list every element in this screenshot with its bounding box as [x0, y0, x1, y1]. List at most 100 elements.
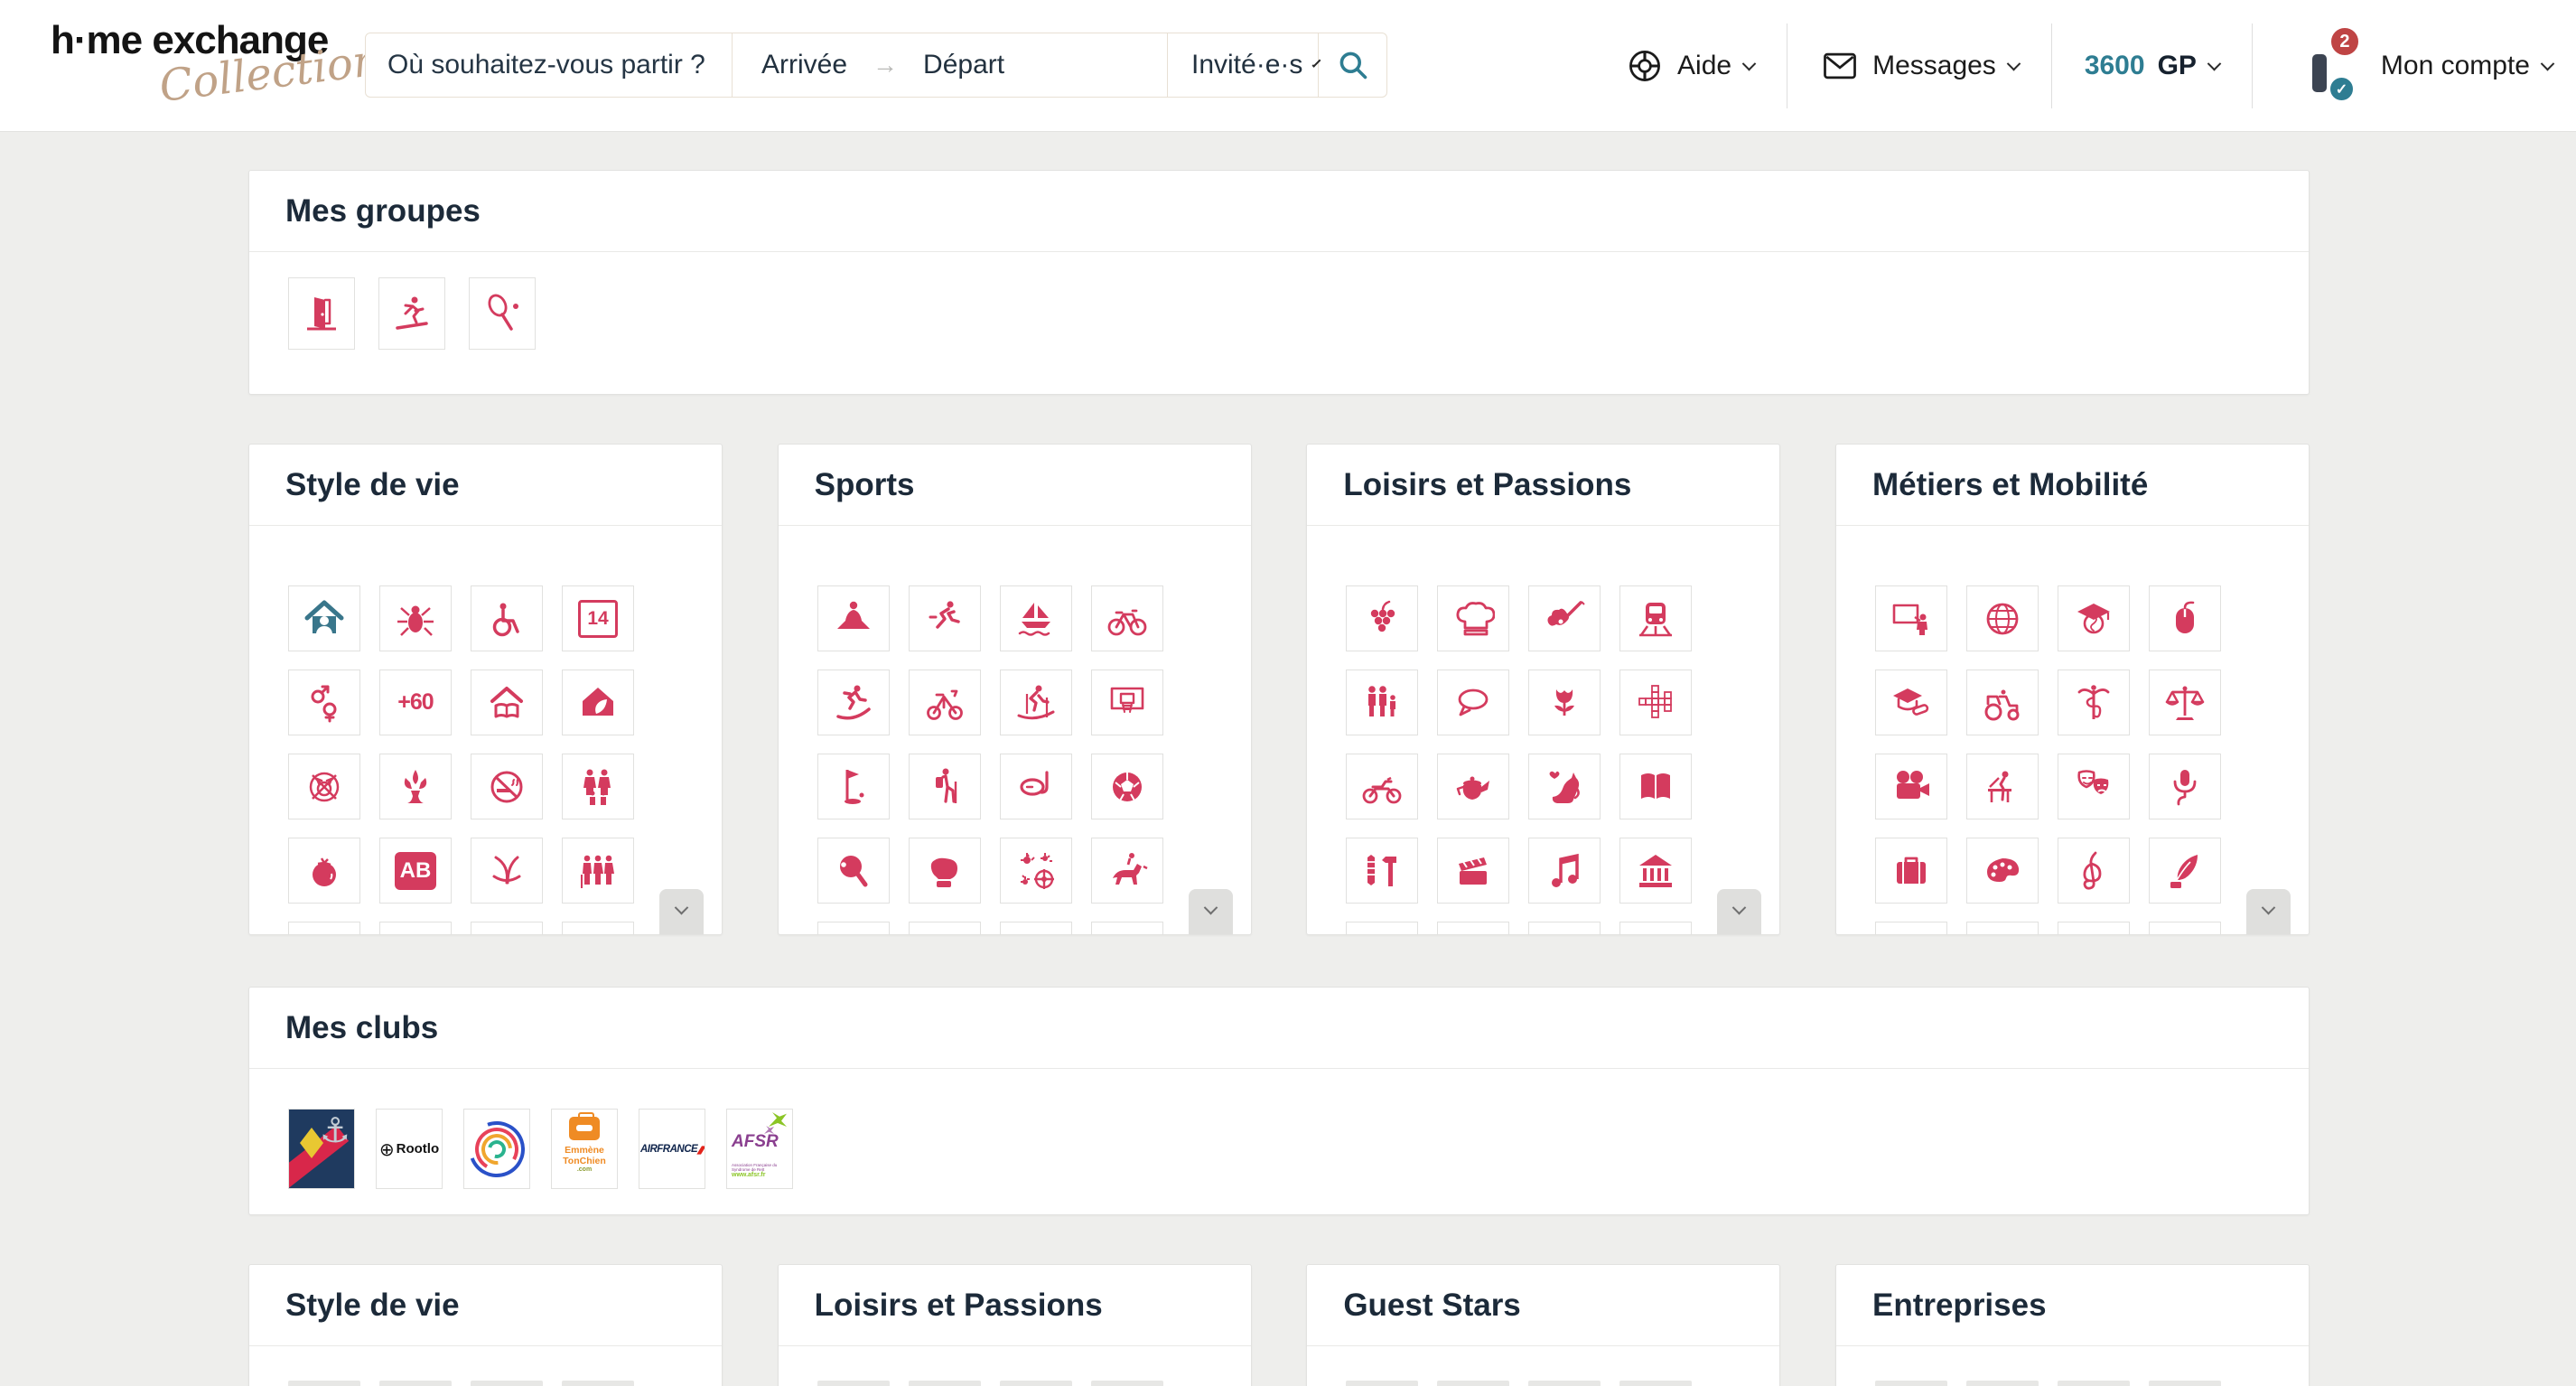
partial-tile-tile[interactable]: [1966, 922, 2039, 935]
search-button[interactable]: [1318, 33, 1387, 98]
cooking-chef-hat-tile[interactable]: [1437, 585, 1509, 651]
calendar-14-tile[interactable]: 14: [562, 585, 634, 651]
family-seniors-tile[interactable]: [562, 838, 634, 904]
desk-work-tile[interactable]: [1966, 754, 2039, 819]
family-children-tile[interactable]: [562, 754, 634, 819]
partial-tile-tile[interactable]: [1091, 922, 1163, 935]
design-chair-tile[interactable]: [471, 838, 543, 904]
account-menu[interactable]: 2 ✓ Mon compte: [2285, 33, 2553, 99]
medical-caduceus-tile[interactable]: [2058, 670, 2130, 735]
travel-suitcase-tile[interactable]: [1875, 838, 1947, 904]
expand-category-button[interactable]: [2246, 889, 2291, 934]
basketball-tile[interactable]: [1091, 670, 1163, 735]
partial-tile-tile[interactable]: [1528, 922, 1601, 935]
home-welcome-tile[interactable]: [288, 585, 360, 651]
partial-tile-tile[interactable]: [817, 922, 890, 935]
senior-60-plus-tile[interactable]: +60: [379, 670, 452, 735]
snowboarding-tile[interactable]: [817, 670, 890, 735]
partial-tile-tile[interactable]: [1346, 922, 1418, 935]
cinema-clapper-tile[interactable]: [1437, 838, 1509, 904]
partial-tile-tile[interactable]: [1000, 922, 1072, 935]
sailing-tile[interactable]: [1000, 585, 1072, 651]
farming-tractor-tile[interactable]: [1966, 670, 2039, 735]
motorcycle-tile[interactable]: [1346, 754, 1418, 819]
graduation-tile[interactable]: [1875, 670, 1947, 735]
expand-category-button[interactable]: [659, 889, 704, 934]
tennis-racket-tile[interactable]: [469, 277, 536, 350]
partial-tile-tile[interactable]: [2149, 922, 2221, 935]
paintball-tile[interactable]: [1000, 838, 1072, 904]
partial-tile-tile[interactable]: [1875, 922, 1947, 935]
theater-masks-tile[interactable]: [2058, 754, 2130, 819]
club-emmene-ton-chien-tile[interactable]: EmmèneTonChien.com: [551, 1109, 618, 1189]
club-air-france-tile[interactable]: AIRFRANCE▮: [639, 1109, 705, 1189]
expand-category-button[interactable]: [1717, 889, 1761, 934]
film-camera-tile[interactable]: [1875, 754, 1947, 819]
partial-tile-tile[interactable]: [909, 922, 981, 935]
scouts-fleur-de-lis-tile[interactable]: [379, 754, 452, 819]
museum-tile[interactable]: [1619, 838, 1692, 904]
golf-tile[interactable]: [817, 754, 890, 819]
music-tile[interactable]: [1528, 838, 1601, 904]
help-menu[interactable]: Aide: [1625, 46, 1754, 86]
table-tennis-tile[interactable]: [817, 838, 890, 904]
cycling-tile[interactable]: [1091, 585, 1163, 651]
partial-tile-tile[interactable]: [1437, 922, 1509, 935]
folding-bike-tile[interactable]: [909, 670, 981, 735]
guestpoints-menu[interactable]: 3600 GP: [2085, 51, 2219, 81]
treble-clef-tile[interactable]: [2058, 838, 2130, 904]
open-door-tile[interactable]: [288, 277, 355, 350]
homeexchange-logo[interactable]: h·me exchange Collection: [51, 18, 340, 101]
guests-selector[interactable]: Invité·e·s: [1167, 33, 1319, 98]
partial-tile-tile[interactable]: [471, 922, 543, 935]
wheelchair-access-tile[interactable]: [471, 585, 543, 651]
teaching-tile[interactable]: [1875, 585, 1947, 651]
no-pets-tile[interactable]: [288, 754, 360, 819]
partial-tile-tile[interactable]: [2058, 922, 2130, 935]
surfer-tile[interactable]: [378, 277, 445, 350]
gender-symbols-tile[interactable]: [288, 670, 360, 735]
reading-tile[interactable]: [1619, 754, 1692, 819]
cat-lover-tile[interactable]: [1528, 754, 1601, 819]
partial-tile-tile[interactable]: [379, 922, 452, 935]
destination-input[interactable]: [366, 50, 732, 80]
diy-tools-tile[interactable]: [1346, 838, 1418, 904]
horse-riding-tile[interactable]: [1091, 838, 1163, 904]
tulip-gardening-tile[interactable]: [1528, 670, 1601, 735]
world-globe-tile[interactable]: [1966, 585, 2039, 651]
no-smoking-tile[interactable]: [471, 754, 543, 819]
home-reading-tile[interactable]: [471, 670, 543, 735]
partial-tile-tile[interactable]: [562, 922, 634, 935]
train-travel-tile[interactable]: [1619, 585, 1692, 651]
ski-touring-tile[interactable]: [1000, 670, 1072, 735]
boxing-tile[interactable]: [909, 838, 981, 904]
bio-ab-label-tile[interactable]: AB: [379, 838, 452, 904]
microphone-tile[interactable]: [2149, 754, 2221, 819]
football-tile[interactable]: [1091, 754, 1163, 819]
club-spiral-tile[interactable]: [463, 1109, 530, 1189]
messages-menu[interactable]: Messages: [1820, 46, 2019, 86]
dates-field[interactable]: Arrivée → Départ: [732, 33, 1168, 98]
snorkeling-tile[interactable]: [1000, 754, 1072, 819]
family-outing-tile[interactable]: [1346, 670, 1418, 735]
eco-home-tile[interactable]: [562, 670, 634, 735]
running-tile[interactable]: [909, 585, 981, 651]
avatar[interactable]: 2 ✓: [2285, 33, 2352, 99]
tick-insect-tile[interactable]: [379, 585, 452, 651]
conversation-tile[interactable]: [1437, 670, 1509, 735]
study-abroad-tile[interactable]: [2058, 585, 2130, 651]
tomato-garden-tile[interactable]: [288, 838, 360, 904]
computer-mouse-tile[interactable]: [2149, 585, 2221, 651]
club-rootlo-tile[interactable]: ⊕Rootlo: [376, 1109, 443, 1189]
yoga-tile[interactable]: [817, 585, 890, 651]
hiking-tile[interactable]: [909, 754, 981, 819]
crossword-tile[interactable]: [1619, 670, 1692, 735]
art-palette-tile[interactable]: [1966, 838, 2039, 904]
tea-time-tile[interactable]: [1437, 754, 1509, 819]
club-afsr-tile[interactable]: AFSRAssociation Française du Syndrome de…: [726, 1109, 793, 1189]
writer-quill-tile[interactable]: [2149, 838, 2221, 904]
club-navy-crest-tile[interactable]: ⚓: [288, 1109, 355, 1189]
guitar-tile[interactable]: [1528, 585, 1601, 651]
wine-grapes-tile[interactable]: [1346, 585, 1418, 651]
justice-scales-tile[interactable]: [2149, 670, 2221, 735]
